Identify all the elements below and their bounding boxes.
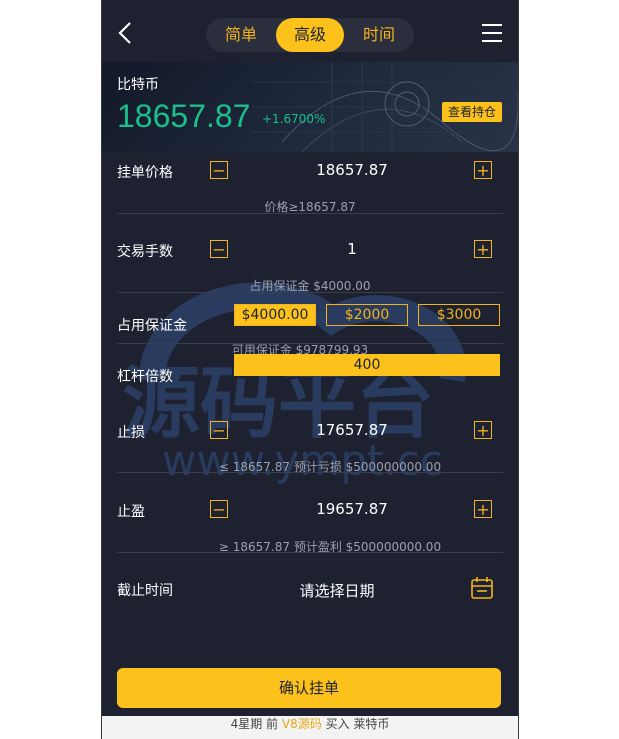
view-position-button[interactable]: 查看持仓 — [442, 102, 502, 122]
margin-option-2000[interactable]: $2000 — [326, 304, 408, 326]
lots-label: 交易手数 — [117, 244, 173, 260]
calendar-icon[interactable] — [470, 576, 494, 600]
take-profit-label: 止盈 — [117, 504, 145, 520]
divider — [117, 472, 503, 473]
app-screen: 简单 高级 时间 比特币 18657.87 +1.6700% 查看持仓 源码平台… — [101, 0, 519, 739]
leverage-value[interactable]: 400 — [234, 354, 500, 376]
top-nav: 简单 高级 时间 — [102, 0, 518, 62]
current-price: 18657.87 — [117, 98, 251, 134]
tab-advanced[interactable]: 高级 — [276, 18, 344, 52]
margin-option-4000[interactable]: $4000.00 — [234, 304, 316, 326]
lots-value[interactable]: 1 — [282, 240, 422, 258]
divider — [117, 343, 503, 344]
leverage-label: 杠杆倍数 — [117, 369, 173, 385]
confirm-order-button[interactable]: 确认挂单 — [117, 668, 501, 708]
order-price-minus-button[interactable]: − — [210, 161, 228, 179]
divider — [117, 213, 503, 214]
stop-loss-label: 止损 — [117, 425, 145, 441]
take-profit-value[interactable]: 19657.87 — [282, 500, 422, 518]
order-price-plus-button[interactable]: + — [474, 161, 492, 179]
take-profit-plus-button[interactable]: + — [474, 500, 492, 518]
mode-tabs: 简单 高级 时间 — [206, 18, 414, 52]
footer-user: V8源码 — [281, 717, 322, 731]
stop-loss-minus-button[interactable]: − — [210, 421, 228, 439]
tab-time[interactable]: 时间 — [344, 18, 414, 52]
footer-action: 买入 莱特币 — [325, 717, 390, 731]
order-price-label: 挂单价格 — [117, 165, 173, 181]
take-profit-minus-button[interactable]: − — [210, 500, 228, 518]
deadline-date-picker[interactable]: 请选择日期 — [262, 580, 412, 601]
lots-plus-button[interactable]: + — [474, 240, 492, 258]
margin-option-3000[interactable]: $3000 — [418, 304, 500, 326]
tab-simple[interactable]: 简单 — [206, 18, 276, 52]
divider — [117, 552, 503, 553]
price-change: +1.6700% — [262, 112, 326, 126]
stop-loss-value[interactable]: 17657.87 — [282, 421, 422, 439]
margin-label: 占用保证金 — [117, 318, 187, 334]
menu-icon[interactable] — [482, 24, 502, 44]
lots-minus-button[interactable]: − — [210, 240, 228, 258]
stop-loss-plus-button[interactable]: + — [474, 421, 492, 439]
back-icon[interactable] — [116, 20, 136, 46]
deadline-label: 截止时间 — [117, 583, 173, 599]
footer-time: 4星期 前 — [230, 717, 279, 731]
coin-name: 比特币 — [117, 77, 159, 93]
order-price-value[interactable]: 18657.87 — [282, 161, 422, 179]
footer-ticker: 4星期 前 V8源码 买入 莱特币 — [102, 716, 518, 739]
divider — [117, 292, 503, 293]
ticker-banner: 比特币 18657.87 +1.6700% 查看持仓 — [102, 62, 518, 152]
